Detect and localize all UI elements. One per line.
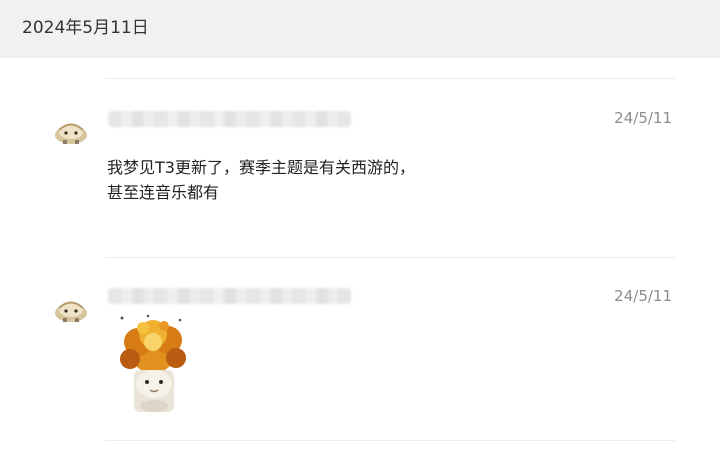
message-line: 甚至连音乐都有	[107, 183, 220, 202]
sender-name-blurred	[108, 111, 351, 127]
divider-middle	[105, 257, 675, 258]
date-header: 2024年5月11日	[0, 0, 720, 58]
sender-name-blurred	[108, 288, 351, 304]
message-timestamp: 24/5/11	[614, 287, 672, 305]
avatar[interactable]	[52, 121, 90, 145]
message-text[interactable]: 我梦见T3更新了，赛季主题是有关西游的， 甚至连音乐都有	[107, 155, 415, 205]
message-line: 我梦见T3更新了，赛季主题是有关西游的，	[107, 158, 415, 177]
date-header-text: 2024年5月11日	[22, 18, 149, 38]
burning-cat-sticker[interactable]	[108, 314, 198, 414]
divider-top	[105, 78, 675, 79]
avatar[interactable]	[52, 299, 90, 323]
message-timestamp: 24/5/11	[614, 109, 672, 127]
divider-bottom	[105, 440, 675, 441]
